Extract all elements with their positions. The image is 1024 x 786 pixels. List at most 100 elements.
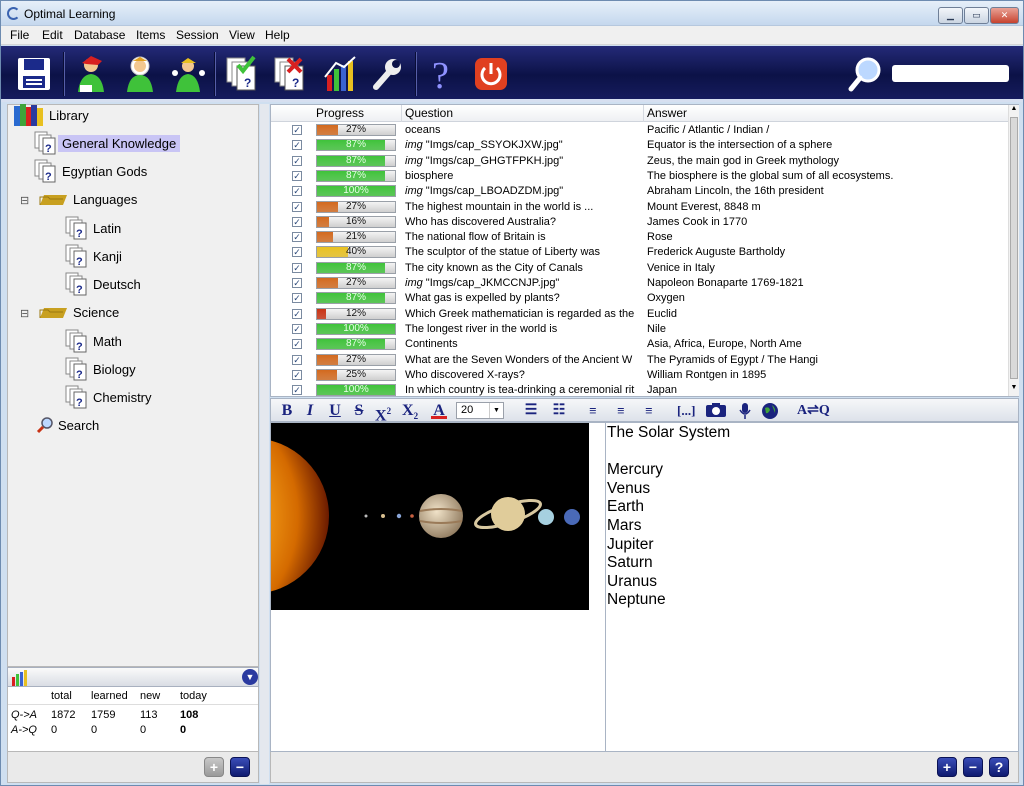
column-answer[interactable]: Answer: [643, 105, 1008, 122]
table-row[interactable]: ✓ 40% The sculptor of the statue of Libert…: [271, 245, 1008, 260]
panel-splitter[interactable]: [260, 104, 269, 784]
row-checkbox[interactable]: ✓: [292, 140, 302, 151]
menu-edit[interactable]: Edit: [42, 28, 63, 42]
table-row[interactable]: ✓ 27% What are the Seven Wonders of the An…: [271, 353, 1008, 368]
bullet-list-icon[interactable]: ☰: [523, 402, 539, 420]
table-row[interactable]: ✓ 27% oceans Pacific / Atlantic / Indian /: [271, 123, 1008, 138]
camera-icon[interactable]: [705, 402, 727, 420]
search-input[interactable]: [892, 65, 1009, 82]
font-color-button[interactable]: A: [431, 402, 447, 419]
row-checkbox[interactable]: ✓: [292, 125, 302, 135]
user-astronaut-icon[interactable]: [121, 54, 159, 94]
table-row[interactable]: ✓ 87% The city known as the City of Canals…: [271, 261, 1008, 276]
row-checkbox[interactable]: ✓: [292, 339, 302, 350]
menu-view[interactable]: View: [229, 28, 255, 42]
tree-item-general-knowledge[interactable]: ? General Knowledge: [34, 130, 181, 156]
grid-scrollbar[interactable]: ▲ ▼: [1008, 105, 1019, 396]
menu-session[interactable]: Session: [176, 28, 219, 42]
item-properties-button[interactable]: ?: [989, 757, 1009, 777]
tree-item-languages[interactable]: Languages: [39, 186, 141, 212]
align-right-icon[interactable]: ≡: [641, 402, 657, 420]
collapse-languages-icon[interactable]: ⊟: [20, 194, 29, 207]
maximize-button[interactable]: ▭: [964, 7, 989, 24]
table-row[interactable]: ✓ 87% biosphere The biosphere is the global…: [271, 169, 1008, 184]
row-checkbox[interactable]: ✓: [292, 354, 302, 365]
remove-item-button[interactable]: −: [963, 757, 983, 777]
row-checkbox[interactable]: ✓: [292, 278, 302, 288]
column-question[interactable]: Question: [401, 105, 643, 122]
tree-root-library[interactable]: Library: [13, 102, 93, 128]
table-row[interactable]: ✓ 87% img "Imgs/cap_GHGTFPKH.jpg" Zeus, the…: [271, 154, 1008, 169]
row-checkbox[interactable]: ✓: [292, 186, 302, 197]
tree-item-math[interactable]: ? Math: [65, 328, 126, 354]
globe-icon[interactable]: [761, 402, 779, 420]
table-row[interactable]: ✓ 21% The national flow of Britain is Rose: [271, 230, 1008, 245]
tree-item-kanji[interactable]: ? Kanji: [65, 243, 126, 269]
tree-item-egyptian-gods[interactable]: ? Egyptian Gods: [34, 158, 151, 184]
tree-item-chemistry[interactable]: ? Chemistry: [65, 384, 156, 410]
subscript-button[interactable]: X2: [402, 402, 418, 421]
add-database-button[interactable]: +: [204, 757, 224, 777]
microphone-icon[interactable]: [737, 402, 753, 420]
menu-help[interactable]: Help: [265, 28, 290, 42]
column-progress[interactable]: Progress: [313, 105, 401, 122]
table-row[interactable]: ✓ 16% Who has discovered Australia? James C…: [271, 215, 1008, 230]
user-red-icon[interactable]: [72, 54, 110, 94]
row-checkbox[interactable]: ✓: [292, 323, 302, 334]
tree-item-science[interactable]: Science: [39, 299, 123, 325]
review-cards-icon[interactable]: ?: [271, 54, 309, 94]
row-checkbox[interactable]: ✓: [292, 369, 302, 380]
menu-database[interactable]: Database: [74, 28, 125, 42]
help-icon[interactable]: ?: [424, 54, 462, 94]
row-checkbox[interactable]: ✓: [292, 385, 302, 396]
table-row[interactable]: ✓ 87% img "Imgs/cap_SSYOKJXW.jpg" Equator i…: [271, 138, 1008, 153]
menu-file[interactable]: File: [10, 28, 29, 42]
tree-item-latin[interactable]: ? Latin: [65, 215, 125, 241]
strikethrough-button[interactable]: S: [351, 402, 367, 420]
row-checkbox[interactable]: ✓: [292, 232, 302, 243]
table-row[interactable]: ✓ 100% In which country is tea-drinking a …: [271, 383, 1008, 397]
row-checkbox[interactable]: ✓: [292, 216, 302, 227]
statistics-icon[interactable]: [321, 54, 359, 94]
row-checkbox[interactable]: ✓: [292, 155, 302, 166]
row-checkbox[interactable]: ✓: [292, 262, 302, 273]
numbered-list-icon[interactable]: ☷: [551, 402, 567, 420]
remove-database-button[interactable]: −: [230, 757, 250, 777]
row-checkbox[interactable]: ✓: [292, 170, 302, 181]
table-row[interactable]: ✓ 25% Who discovered X-rays? William Rontge…: [271, 368, 1008, 383]
collapse-stats-icon[interactable]: ▼: [242, 669, 258, 685]
table-row[interactable]: ✓ 27% img "Imgs/cap_JKMCCNJP.jpg" Napoleon …: [271, 276, 1008, 291]
close-button[interactable]: ✕: [990, 7, 1019, 24]
italic-button[interactable]: I: [302, 402, 318, 420]
underline-button[interactable]: U: [327, 402, 343, 420]
collapse-science-icon[interactable]: ⊟: [20, 307, 29, 320]
row-checkbox[interactable]: ✓: [292, 308, 302, 319]
tree-item-search[interactable]: Search: [36, 412, 103, 438]
align-center-icon[interactable]: ≡: [613, 402, 629, 420]
row-checkbox[interactable]: ✓: [292, 247, 302, 258]
table-row[interactable]: ✓ 100% img "Imgs/cap_LBOADZDM.jpg" Abraham …: [271, 184, 1008, 199]
minimize-button[interactable]: ▁: [938, 7, 963, 24]
power-icon[interactable]: [472, 54, 510, 94]
menu-items[interactable]: Items: [136, 28, 165, 42]
align-left-icon[interactable]: ≡: [585, 402, 601, 420]
tree-item-deutsch[interactable]: ? Deutsch: [65, 271, 145, 297]
save-icon[interactable]: [15, 54, 53, 94]
swap-answer-question-icon[interactable]: A⇌Q: [797, 402, 830, 420]
row-checkbox[interactable]: ✓: [292, 201, 302, 212]
table-row[interactable]: ✓ 87% Continents Asia, Africa, Europe, Nort…: [271, 337, 1008, 352]
cloze-brackets-icon[interactable]: [...]: [677, 402, 695, 420]
bold-button[interactable]: B: [279, 402, 295, 420]
add-item-button[interactable]: +: [937, 757, 957, 777]
superscript-button[interactable]: X2: [375, 402, 391, 424]
font-size-select[interactable]: 20 ▼: [456, 402, 504, 419]
settings-wrench-icon[interactable]: [368, 54, 406, 94]
user-group-icon[interactable]: [169, 54, 207, 94]
answer-text-pane[interactable]: The Solar System Mercury Venus Earth Mar…: [607, 423, 1018, 751]
table-row[interactable]: ✓ 27% The highest mountain in the world is…: [271, 200, 1008, 215]
table-row[interactable]: ✓ 87% What gas is expelled by plants? Oxyge…: [271, 291, 1008, 306]
table-row[interactable]: ✓ 100% The longest river in the world is Ni…: [271, 322, 1008, 337]
learn-cards-icon[interactable]: ?: [223, 54, 261, 94]
table-row[interactable]: ✓ 12% Which Greek mathematician is regarde…: [271, 307, 1008, 322]
tree-item-biology[interactable]: ? Biology: [65, 356, 140, 382]
